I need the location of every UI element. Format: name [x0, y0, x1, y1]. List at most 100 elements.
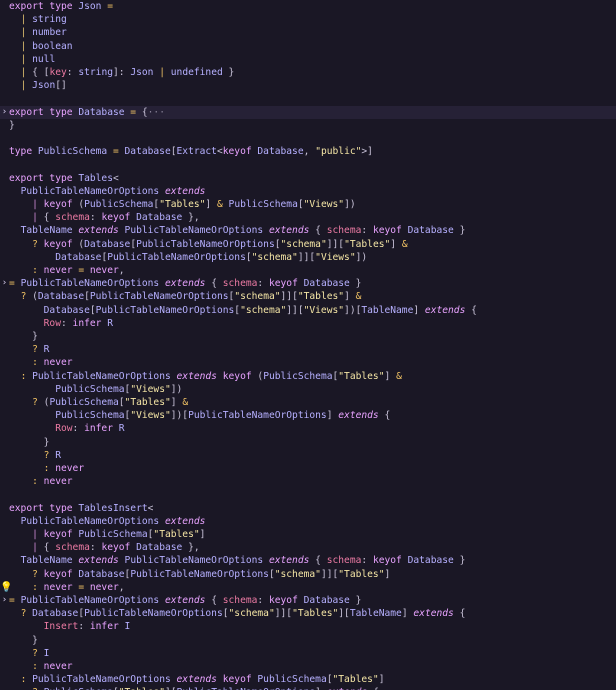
code-token: ]][ — [280, 291, 298, 303]
code-line[interactable]: type PublicSchema = Database[Extract<key… — [0, 145, 616, 158]
code-line[interactable]: ? I — [0, 647, 616, 660]
code-line[interactable]: : never = never, — [0, 264, 616, 277]
code-token: : — [361, 225, 373, 237]
code-line[interactable]: PublicTableNameOrOptions extends — [0, 515, 616, 528]
code-line[interactable]: } — [0, 330, 616, 343]
code-token: extends — [78, 555, 125, 567]
code-token: keyof — [372, 225, 408, 237]
code-token: schema — [55, 212, 90, 224]
gutter — [0, 317, 9, 330]
code-line[interactable]: ? R — [0, 449, 616, 462]
code-line[interactable]: › = PublicTableNameOrOptions extends { sc… — [0, 594, 616, 607]
code-token: ]: — [113, 67, 131, 78]
lightbulb-icon[interactable]: 💡 — [0, 581, 12, 594]
code-line[interactable]: | boolean — [0, 40, 616, 53]
code-line[interactable]: } — [0, 634, 616, 647]
code-token: ][ — [338, 608, 350, 620]
code-text: type PublicSchema = Database[Extract<key… — [9, 145, 373, 158]
code-line[interactable]: ? keyof (Database[PublicTableNameOrOptio… — [0, 238, 616, 251]
code-line[interactable]: › export type Database = {··· — [0, 105, 616, 119]
code-line[interactable]: | string — [0, 13, 616, 26]
code-token: string — [78, 67, 113, 78]
code-line[interactable] — [0, 158, 616, 171]
code-editor[interactable]: export type Json = | string | number | b… — [0, 0, 616, 690]
code-line[interactable]: export type TablesInsert< — [0, 502, 616, 515]
code-text: ? R — [9, 343, 49, 356]
code-line[interactable]: : never — [0, 660, 616, 673]
code-text: PublicTableNameOrOptions extends — [9, 515, 206, 528]
code-line[interactable]: | keyof PublicSchema["Tables"] — [0, 528, 616, 541]
code-line[interactable]: Database[PublicTableNameOrOptions["schem… — [0, 251, 616, 264]
code-line[interactable]: Row: infer R — [0, 422, 616, 435]
code-line[interactable]: ? (PublicSchema["Tables"] & — [0, 396, 616, 409]
code-token: extends — [176, 674, 223, 686]
code-token: PublicSchema — [222, 199, 298, 210]
fold-chevron-icon[interactable]: › — [0, 594, 9, 607]
gutter — [0, 66, 9, 79]
gutter — [0, 92, 9, 105]
fold-chevron-icon[interactable]: › — [0, 277, 9, 290]
code-token: extends — [424, 304, 472, 316]
code-line[interactable]: ? (Database[PublicTableNameOrOptions["sc… — [0, 290, 616, 303]
code-line[interactable]: : never — [0, 462, 616, 475]
code-line[interactable]: : never — [0, 475, 616, 488]
code-line[interactable]: TableName extends PublicTableNameOrOptio… — [0, 554, 616, 567]
gutter — [0, 528, 9, 541]
code-token: extends — [176, 370, 223, 382]
code-token: TableName — [20, 555, 79, 567]
code-text: } — [9, 119, 15, 132]
code-text: : never = never, — [9, 264, 125, 277]
code-line[interactable]: | Json[] — [0, 79, 616, 92]
code-line[interactable]: : never — [0, 356, 616, 369]
code-token: , — [118, 265, 125, 276]
code-line[interactable]: | { schema: keyof Database }, — [0, 541, 616, 554]
code-line[interactable]: | { schema: keyof Database }, — [0, 211, 616, 224]
code-token: keyof — [222, 370, 258, 382]
code-line[interactable]: ? PublicSchema["Tables"][PublicTableName… — [0, 686, 616, 690]
code-token: Json — [78, 1, 102, 12]
code-line[interactable]: 💡 : never = never, — [0, 581, 616, 594]
code-token: keyof — [268, 278, 304, 290]
code-text: | null — [9, 53, 56, 66]
code-line[interactable]: : PublicTableNameOrOptions extends keyof… — [0, 673, 616, 686]
code-line[interactable]: | { [key: string]: Json | undefined } — [0, 66, 616, 79]
code-line[interactable]: export type Tables< — [0, 172, 616, 185]
code-line[interactable]: › = PublicTableNameOrOptions extends { sc… — [0, 277, 616, 290]
code-line[interactable] — [0, 132, 616, 145]
code-line[interactable]: Row: infer R — [0, 317, 616, 330]
fold-chevron-icon[interactable]: › — [0, 106, 9, 119]
code-line[interactable]: } — [0, 436, 616, 449]
code-line[interactable]: PublicSchema["Views"]) — [0, 383, 616, 396]
code-line[interactable] — [0, 92, 616, 105]
code-line[interactable]: TableName extends PublicTableNameOrOptio… — [0, 224, 616, 237]
code-line[interactable]: export type Json = — [0, 0, 616, 13]
code-line[interactable]: ? Database[PublicTableNameOrOptions["sch… — [0, 607, 616, 620]
code-text: | boolean — [9, 40, 73, 53]
code-line[interactable] — [0, 488, 616, 501]
code-line[interactable]: | number — [0, 26, 616, 39]
code-line[interactable]: Insert: infer I — [0, 620, 616, 633]
code-line[interactable]: : PublicTableNameOrOptions extends keyof… — [0, 370, 616, 383]
code-text: = PublicTableNameOrOptions extends { sch… — [9, 594, 361, 607]
gutter — [0, 409, 9, 422]
code-line[interactable]: | null — [0, 53, 616, 66]
code-token: Database — [43, 304, 90, 316]
code-line[interactable]: PublicTableNameOrOptions extends — [0, 185, 616, 198]
code-token: } — [9, 119, 15, 131]
code-line[interactable]: Database[PublicTableNameOrOptions["schem… — [0, 304, 616, 317]
code-line[interactable]: PublicSchema["Views"])[PublicTableNameOr… — [0, 409, 616, 422]
code-line[interactable]: ? R — [0, 343, 616, 356]
code-token: type — [9, 146, 38, 158]
code-line[interactable]: | keyof (PublicSchema["Tables"] & Public… — [0, 198, 616, 211]
code-line[interactable]: } — [0, 119, 616, 132]
gutter — [0, 462, 9, 475]
code-token: PublicTableNameOrOptions — [124, 225, 269, 237]
code-line[interactable]: ? keyof Database[PublicTableNameOrOption… — [0, 568, 616, 581]
